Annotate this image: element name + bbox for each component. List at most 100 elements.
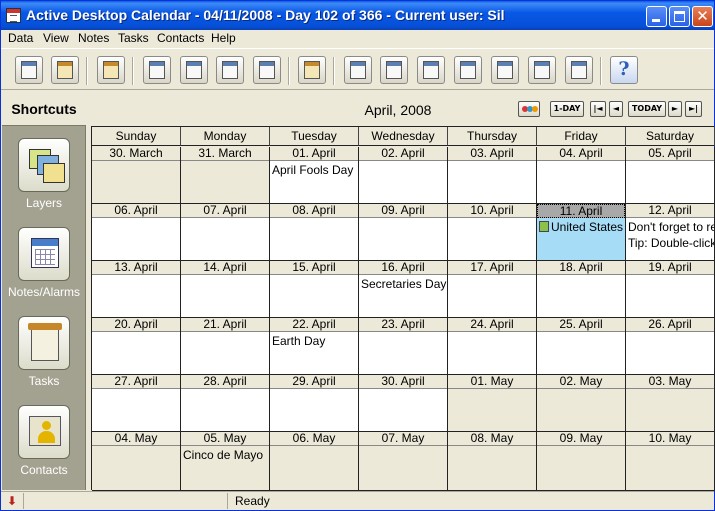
day-cell[interactable]: 03. April <box>448 147 537 204</box>
weekday-header: Thursday <box>448 127 537 146</box>
day-cell[interactable]: 22. April Earth Day <box>270 318 359 375</box>
find-button[interactable] <box>180 56 208 84</box>
day-cell[interactable]: 08. April <box>270 204 359 261</box>
color-layers-button[interactable] <box>518 101 540 117</box>
calendar-event[interactable]: Secretaries Day <box>361 277 446 291</box>
day-cell[interactable]: 26. April <box>626 318 715 375</box>
day-cell[interactable]: 03. May <box>626 375 715 432</box>
day-cell[interactable]: 30. March <box>92 147 181 204</box>
title-bar[interactable]: Active Desktop Calendar - 04/11/2008 - D… <box>1 1 714 30</box>
day-cell[interactable]: 29. April <box>270 375 359 432</box>
day-cell[interactable]: 27. April <box>92 375 181 432</box>
weekday-header: Tuesday <box>270 127 359 146</box>
lower-button[interactable] <box>454 56 482 84</box>
day-cell[interactable]: 07. April <box>181 204 270 261</box>
day-cell[interactable]: 06. May <box>270 432 359 491</box>
previous-month-button[interactable]: ◄ <box>609 101 623 117</box>
day-cell[interactable]: 01. April April Fools Day <box>270 147 359 204</box>
day-label: 31. March <box>181 147 269 161</box>
alarm-layer-button[interactable] <box>51 56 79 84</box>
day-cell[interactable]: 19. April <box>626 261 715 318</box>
calendar-layer-button[interactable] <box>15 56 43 84</box>
calendar-event[interactable]: Earth Day <box>272 334 325 348</box>
check-task-button[interactable] <box>380 56 408 84</box>
next-month-button[interactable]: ► <box>668 101 682 117</box>
contact-card-icon[interactable] <box>18 405 70 459</box>
menu-data[interactable]: Data <box>8 31 33 45</box>
day-cell[interactable]: 16. April Secretaries Day <box>359 261 448 318</box>
calendar-event[interactable]: United States H <box>539 220 625 234</box>
day-cell[interactable]: 10. May <box>626 432 715 491</box>
toolbar-separator <box>86 57 88 85</box>
calendar-event[interactable]: Don't forget to reg <box>628 220 714 234</box>
calendar-event[interactable]: Tip: Double-click h <box>628 236 714 250</box>
day-cell[interactable]: 13. April <box>92 261 181 318</box>
calendar-event[interactable]: April Fools Day <box>272 163 353 177</box>
first-button[interactable]: |◄ <box>590 101 606 117</box>
calendar-event[interactable]: Cinco de Mayo <box>183 448 263 462</box>
send-bottom-button[interactable] <box>528 56 556 84</box>
shortcut-layers[interactable]: Layers <box>2 138 86 218</box>
day-cell[interactable]: 05. May Cinco de Mayo <box>181 432 270 491</box>
day-cell[interactable]: 23. April <box>359 318 448 375</box>
day-cell[interactable]: 07. May <box>359 432 448 491</box>
print-button[interactable] <box>97 56 125 84</box>
clipboard-icon[interactable] <box>18 316 70 370</box>
day-cell[interactable]: 30. April <box>359 375 448 432</box>
close-button[interactable]: ✕ <box>692 6 713 27</box>
shortcut-tasks[interactable]: Tasks <box>2 316 86 396</box>
day-cell[interactable]: 09. April <box>359 204 448 261</box>
day-cell[interactable]: 28. April <box>181 375 270 432</box>
menu-notes[interactable]: Notes <box>78 31 109 45</box>
maximize-button[interactable] <box>669 6 690 27</box>
day-cell[interactable]: 09. May <box>537 432 626 491</box>
layers-icon[interactable] <box>18 138 70 192</box>
last-button[interactable]: ►| <box>685 101 702 117</box>
day-cell[interactable]: 21. April <box>181 318 270 375</box>
day-cell[interactable]: 25. April <box>537 318 626 375</box>
delete-note-button[interactable] <box>565 56 593 84</box>
day-label: 09. May <box>537 432 625 446</box>
edit-day-button[interactable] <box>143 56 171 84</box>
menu-tasks[interactable]: Tasks <box>118 31 149 45</box>
day-cell[interactable]: 04. May <box>92 432 181 491</box>
shortcut-notes-alarms[interactable]: Notes/Alarms <box>2 227 86 307</box>
raise-button[interactable] <box>417 56 445 84</box>
bring-top-button[interactable] <box>491 56 519 84</box>
day-cell-today[interactable]: 11. April United States H <box>537 204 626 261</box>
one-day-button[interactable]: 1-DAY <box>550 101 584 117</box>
bring-top-icon <box>497 61 513 79</box>
shortcut-contacts[interactable]: Contacts <box>2 405 86 485</box>
day-cell[interactable]: 18. April <box>537 261 626 318</box>
day-cell[interactable]: 01. May <box>448 375 537 432</box>
event-text: Earth Day <box>272 334 326 348</box>
day-cell[interactable]: 12. April Don't forget to reg Tip: Double-… <box>626 204 715 261</box>
app-calendar-icon[interactable] <box>6 8 21 23</box>
holiday-flag-icon <box>539 221 549 232</box>
today-button[interactable]: TODAY <box>628 101 666 117</box>
day-view-button[interactable] <box>216 56 244 84</box>
day-cell[interactable]: 02. April <box>359 147 448 204</box>
day-cell[interactable]: 04. April <box>537 147 626 204</box>
delete-day-button[interactable] <box>253 56 281 84</box>
day-cell[interactable]: 17. April <box>448 261 537 318</box>
day-cell[interactable]: 10. April <box>448 204 537 261</box>
day-cell[interactable]: 14. April <box>181 261 270 318</box>
download-arrow-icon[interactable]: ⬇ <box>5 494 19 508</box>
day-cell[interactable]: 02. May <box>537 375 626 432</box>
move-note-button[interactable] <box>344 56 372 84</box>
day-cell[interactable]: 20. April <box>92 318 181 375</box>
minimize-button[interactable] <box>646 6 667 27</box>
new-note-button[interactable] <box>298 56 326 84</box>
menu-help[interactable]: Help <box>211 31 236 45</box>
menu-contacts[interactable]: Contacts <box>157 31 204 45</box>
day-cell[interactable]: 31. March <box>181 147 270 204</box>
day-cell[interactable]: 15. April <box>270 261 359 318</box>
day-cell[interactable]: 24. April <box>448 318 537 375</box>
menu-view[interactable]: View <box>43 31 69 45</box>
day-cell[interactable]: 05. April <box>626 147 715 204</box>
calendar-icon[interactable] <box>18 227 70 281</box>
day-cell[interactable]: 08. May <box>448 432 537 491</box>
day-cell[interactable]: 06. April <box>92 204 181 261</box>
help-button[interactable]: ? <box>610 56 638 84</box>
